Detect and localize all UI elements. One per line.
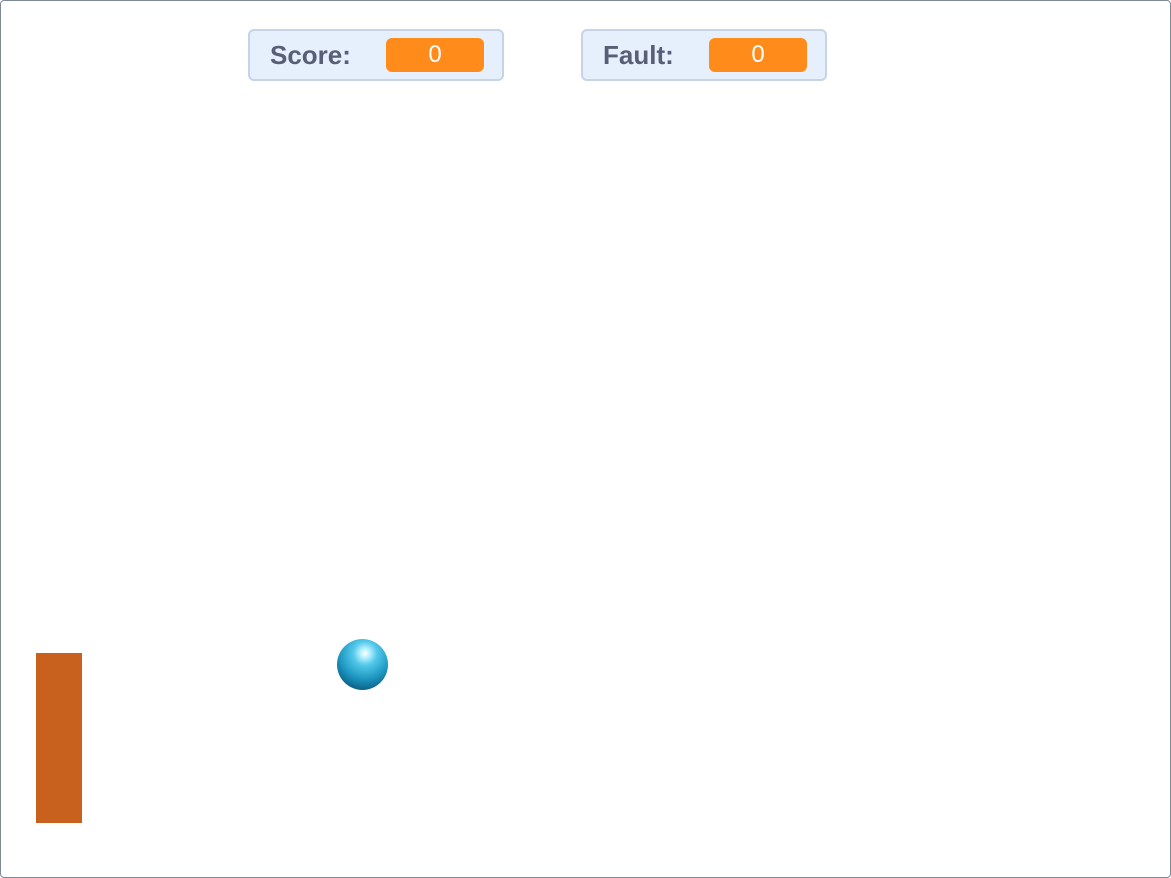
ball-sprite[interactable] xyxy=(337,639,388,690)
fault-monitor: Fault: 0 xyxy=(581,29,827,81)
fault-label: Fault: xyxy=(603,39,674,70)
fault-value: 0 xyxy=(709,38,807,72)
score-label: Score: xyxy=(270,39,351,70)
game-stage[interactable]: Score: 0 Fault: 0 xyxy=(0,0,1171,878)
paddle-sprite[interactable] xyxy=(36,653,82,823)
score-monitor: Score: 0 xyxy=(248,29,504,81)
score-value: 0 xyxy=(386,38,484,72)
